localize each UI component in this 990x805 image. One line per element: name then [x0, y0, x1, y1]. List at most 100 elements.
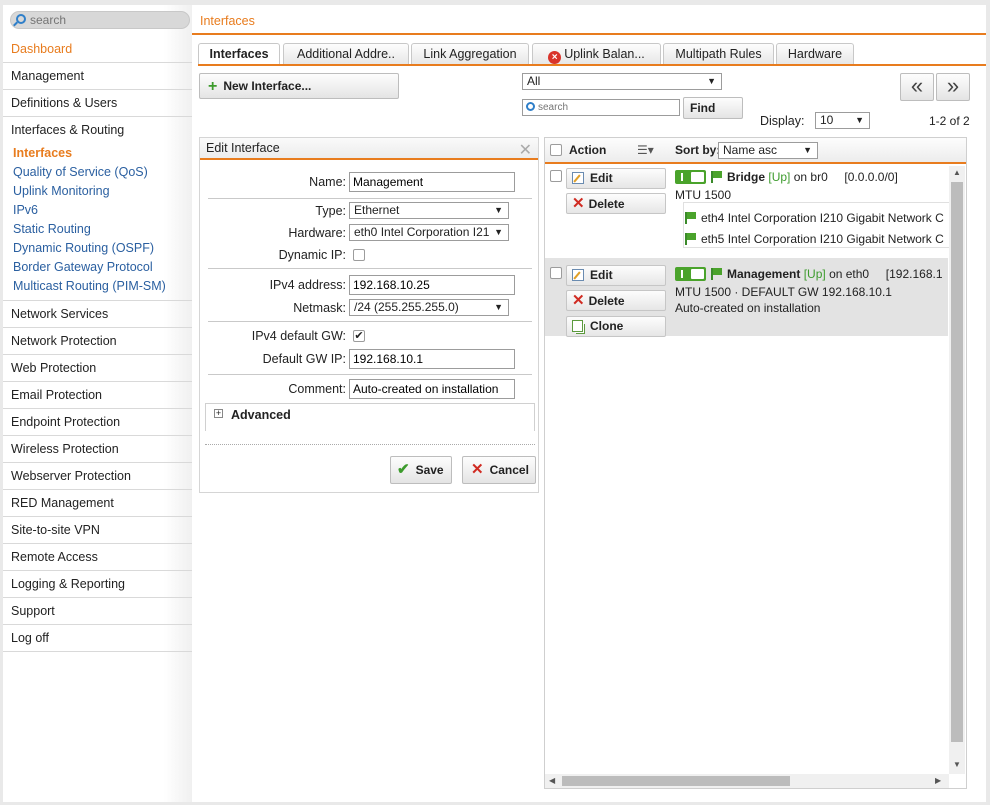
scroll-thumb[interactable] [562, 776, 790, 786]
save-button[interactable]: ✔ Save [390, 456, 452, 484]
sidebar-item-wireless-protection[interactable]: Wireless Protection [3, 436, 192, 463]
ipv4-address-field[interactable] [349, 275, 515, 295]
scroll-down-icon[interactable]: ▼ [953, 760, 961, 769]
flag-icon [684, 212, 696, 224]
default-gw-ip-field[interactable] [349, 349, 515, 369]
horizontal-scrollbar[interactable]: ◀ ▶ [545, 774, 949, 788]
type-row: Type: Ethernet ▼ [200, 201, 540, 221]
sidebar-item-definitions-users[interactable]: Definitions & Users [3, 90, 192, 117]
ipv4-label: IPv4 address: [269, 278, 346, 292]
row-checkbox[interactable] [550, 170, 562, 182]
sidebar-search[interactable] [10, 11, 190, 29]
sidebar-item-logging-reporting[interactable]: Logging & Reporting [3, 571, 192, 598]
new-interface-button[interactable]: + New Interface... [199, 73, 399, 99]
list-search[interactable] [522, 99, 680, 116]
sidebar-item-endpoint-protection[interactable]: Endpoint Protection [3, 409, 192, 436]
tab-uplink-balancing-label: Uplink Balan... [564, 47, 645, 61]
edit-panel-title: Edit Interface [200, 138, 538, 160]
sidebar-nav: Dashboard Management Definitions & Users… [3, 36, 192, 652]
column-menu-icon[interactable]: ☰▾ [637, 138, 654, 162]
list-item: eth4 Intel Corporation I210 Gigabit Netw… [684, 211, 944, 225]
clone-button[interactable]: Clone [566, 316, 666, 337]
delete-icon: ✕ [572, 292, 585, 309]
select-all-checkbox[interactable] [550, 144, 562, 156]
sort-value: Name asc [723, 143, 778, 157]
tab-multipath-rules[interactable]: Multipath Rules [663, 43, 774, 65]
interface-mtu: MTU 1500 · DEFAULT GW 192.168.10.1 [675, 285, 892, 299]
edit-button[interactable]: Edit [566, 265, 666, 286]
sidebar-item-network-protection[interactable]: Network Protection [3, 328, 192, 355]
expand-icon[interactable]: + [214, 409, 223, 418]
scroll-thumb[interactable] [951, 182, 963, 742]
dynamic-ip-checkbox[interactable] [353, 249, 365, 261]
close-icon[interactable]: ✕ [519, 140, 532, 160]
sidebar-item-dashboard[interactable]: Dashboard [3, 36, 192, 63]
result-count: 1-2 of 2 [929, 114, 970, 128]
advanced-label[interactable]: Advanced [231, 408, 291, 422]
enable-toggle[interactable] [675, 170, 706, 184]
subnav-ipv6[interactable]: IPv6 [3, 201, 192, 220]
subnav-multicast-routing[interactable]: Multicast Routing (PIM-SM) [3, 277, 192, 296]
sidebar-item-email-protection[interactable]: Email Protection [3, 382, 192, 409]
tab-link-aggregation[interactable]: Link Aggregation [411, 43, 529, 65]
list-item: eth5 Intel Corporation I210 Gigabit Netw… [684, 232, 944, 246]
member-label: eth5 Intel Corporation I210 Gigabit Netw… [701, 232, 944, 246]
row-checkbox[interactable] [550, 267, 562, 279]
netmask-select[interactable]: /24 (255.255.255.0) ▼ [349, 299, 509, 316]
form-divider [208, 321, 532, 322]
find-button[interactable]: Find [683, 97, 743, 119]
delete-button[interactable]: ✕ Delete [566, 290, 666, 311]
edit-interface-panel: Edit Interface ✕ Name: Type: Ethernet ▼ H… [199, 137, 539, 493]
sidebar-item-log-off[interactable]: Log off [3, 625, 192, 652]
next-page-button[interactable]: » [936, 73, 970, 101]
tab-interfaces[interactable]: Interfaces [198, 43, 280, 65]
enable-toggle[interactable] [675, 267, 706, 281]
delete-button[interactable]: ✕ Delete [566, 193, 666, 214]
sidebar-item-webserver-protection[interactable]: Webserver Protection [3, 463, 192, 490]
tab-hardware[interactable]: Hardware [776, 43, 854, 65]
display-count-value: 10 [820, 113, 834, 127]
edit-button[interactable]: Edit [566, 168, 666, 189]
netmask-label: Netmask: [293, 301, 346, 315]
subnav-dynamic-routing[interactable]: Dynamic Routing (OSPF) [3, 239, 192, 258]
member-label: eth4 Intel Corporation I210 Gigabit Netw… [701, 211, 944, 225]
sort-select[interactable]: Name asc ▼ [718, 142, 818, 159]
display-count-select[interactable]: 10 ▼ [815, 112, 870, 129]
sidebar-item-network-services[interactable]: Network Services [3, 301, 192, 328]
sidebar-item-management[interactable]: Management [3, 63, 192, 90]
subnav-uplink-monitoring[interactable]: Uplink Monitoring [3, 182, 192, 201]
subnav-static-routing[interactable]: Static Routing [3, 220, 192, 239]
prev-page-button[interactable]: « [900, 73, 934, 101]
sidebar-item-support[interactable]: Support [3, 598, 192, 625]
tabs-divider [198, 64, 986, 66]
comment-field[interactable] [349, 379, 515, 399]
filter-select[interactable]: All ▼ [522, 73, 722, 90]
default-gw-checkbox[interactable]: ✔ [353, 330, 365, 342]
name-field[interactable] [349, 172, 515, 192]
subnav-qos[interactable]: Quality of Service (QoS) [3, 163, 192, 182]
hardware-select[interactable]: eth0 Intel Corporation I21 ▼ [349, 224, 509, 241]
interface-device: on br0 [793, 170, 828, 184]
flag-icon [710, 171, 722, 183]
list-search-input[interactable] [538, 101, 676, 114]
scroll-left-icon[interactable]: ◀ [549, 776, 555, 785]
subnav-bgp[interactable]: Border Gateway Protocol [3, 258, 192, 277]
subnav-interfaces[interactable]: Interfaces [3, 144, 192, 163]
sidebar-item-red-management[interactable]: RED Management [3, 490, 192, 517]
sidebar-item-web-protection[interactable]: Web Protection [3, 355, 192, 382]
cancel-button[interactable]: ✕ Cancel [462, 456, 536, 484]
scroll-right-icon[interactable]: ▶ [935, 776, 941, 785]
sidebar-item-remote-access[interactable]: Remote Access [3, 544, 192, 571]
tab-additional-addresses[interactable]: Additional Addre.. [283, 43, 409, 65]
sidebar-search-input[interactable] [30, 13, 180, 27]
comment-row: Comment: [200, 379, 540, 399]
flag-icon [710, 268, 722, 280]
sidebar-item-site-to-site-vpn[interactable]: Site-to-site VPN [3, 517, 192, 544]
scroll-up-icon[interactable]: ▲ [953, 168, 961, 177]
delete-label: Delete [588, 197, 625, 211]
tab-uplink-balancing[interactable]: × Uplink Balan... [532, 43, 661, 65]
sidebar-item-interfaces-routing[interactable]: Interfaces & Routing [3, 117, 192, 144]
list-header: Action ☰▾ Sort by: Name asc ▼ [545, 138, 966, 164]
type-select[interactable]: Ethernet ▼ [349, 202, 509, 219]
vertical-scrollbar[interactable]: ▲ ▼ [949, 166, 965, 774]
